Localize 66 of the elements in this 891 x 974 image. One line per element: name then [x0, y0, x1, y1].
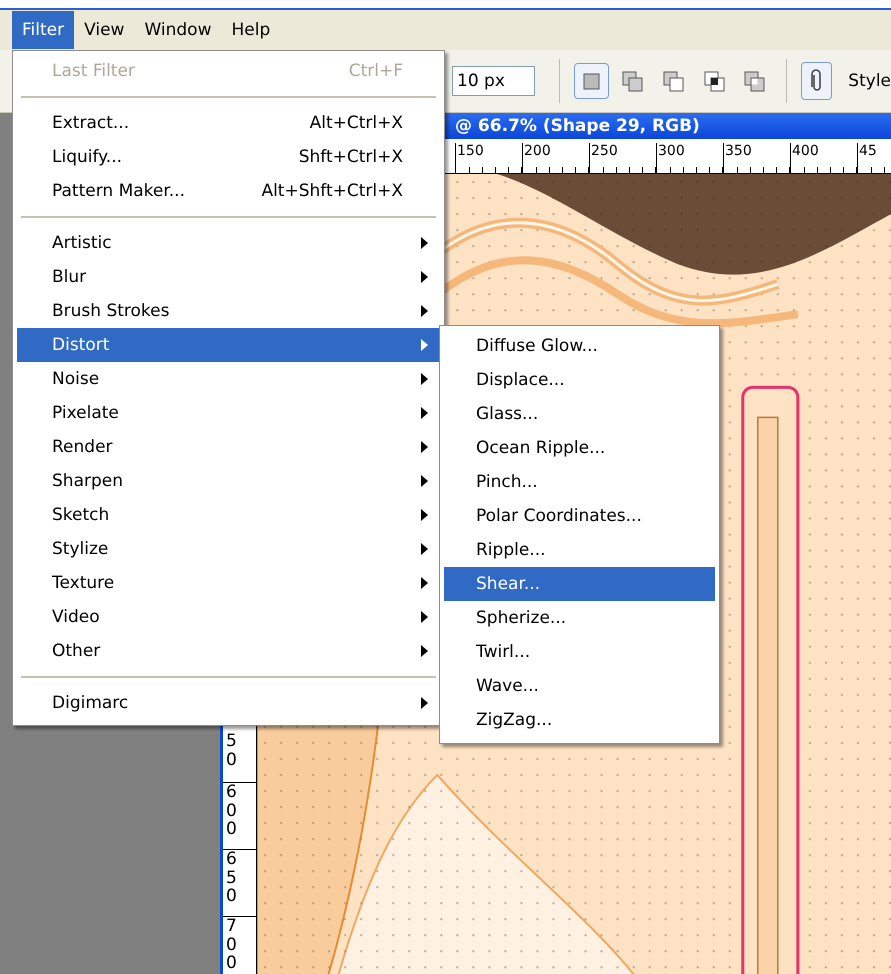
- submenu-arrow-icon: [421, 305, 428, 317]
- menu-item[interactable]: Sharpen: [17, 464, 440, 498]
- menu-item[interactable]: Twirl...: [444, 635, 715, 669]
- menu-item[interactable]: Pattern Maker... Alt+Shft+Ctrl+X: [17, 174, 440, 208]
- submenu-arrow-icon: [421, 645, 428, 657]
- menu-item[interactable]: Polar Coordinates...: [444, 499, 715, 533]
- ruler-label: 150: [457, 143, 485, 159]
- menu-item[interactable]: Shear...: [444, 567, 715, 601]
- menu-bar-item[interactable]: Help: [221, 11, 280, 49]
- menu-item[interactable]: ZigZag...: [444, 703, 715, 737]
- ruler-label: 300: [658, 143, 686, 159]
- menu-bar-item[interactable]: Window: [134, 11, 222, 49]
- menu-item[interactable]: Ocean Ripple...: [444, 431, 715, 465]
- menu-item[interactable]: Distort: [17, 328, 440, 362]
- exclude-shapes-icon: [742, 68, 768, 94]
- menu-item[interactable]: Texture: [17, 566, 440, 600]
- submenu-arrow-icon: [421, 271, 428, 283]
- ruler-label: 250: [591, 143, 619, 159]
- menu-item[interactable]: Blur: [17, 260, 440, 294]
- menu-item[interactable]: Sketch: [17, 498, 440, 532]
- submenu-arrow-icon: [421, 475, 428, 487]
- menu-item[interactable]: Noise: [17, 362, 440, 396]
- menu-item[interactable]: Artistic: [17, 226, 440, 260]
- ruler-label: 600: [226, 783, 238, 842]
- shape-mode-button[interactable]: [574, 63, 610, 99]
- menu-item[interactable]: Video: [17, 600, 440, 634]
- menu-item[interactable]: Render: [17, 430, 440, 464]
- ruler-label: 45: [859, 143, 878, 159]
- menu-item[interactable]: Stylize: [17, 532, 440, 566]
- ruler-label: 400: [792, 143, 820, 159]
- menu-item[interactable]: Other: [17, 634, 440, 668]
- submenu-arrow-icon: [421, 611, 428, 623]
- menu-item[interactable]: Ripple...: [444, 533, 715, 567]
- submenu-arrow-icon: [421, 237, 428, 249]
- submenu-arrow-icon: [421, 509, 428, 521]
- ruler-label: 700: [226, 917, 238, 974]
- paperclip-icon: [810, 69, 824, 93]
- intersect-shapes-icon: [702, 68, 727, 94]
- style-label: Style: [848, 71, 891, 91]
- submenu-arrow-icon: [421, 543, 428, 555]
- submenu-arrow-icon: [421, 441, 428, 453]
- menu-item[interactable]: Glass...: [444, 397, 715, 431]
- add-shapes-icon: [620, 68, 645, 94]
- submenu-arrow-icon: [421, 407, 428, 419]
- menu-item[interactable]: Displace...: [444, 363, 715, 397]
- size-field[interactable]: 10 px: [452, 66, 536, 96]
- menu-item[interactable]: Diffuse Glow...: [444, 329, 715, 363]
- link-button[interactable]: [801, 62, 832, 100]
- menu-bar-item[interactable]: View: [74, 11, 134, 49]
- ruler-label: 650: [226, 850, 238, 908]
- menu-item[interactable]: Digimarc: [17, 686, 440, 720]
- subtract-shapes-icon: [660, 68, 686, 94]
- ruler-label: 50: [226, 732, 238, 772]
- menu-item[interactable]: Pixelate: [17, 396, 440, 430]
- submenu-arrow-icon: [421, 373, 428, 385]
- menu-item[interactable]: Brush Strokes: [17, 294, 440, 328]
- menu-item[interactable]: Wave...: [444, 669, 715, 703]
- submenu-arrow-icon: [421, 577, 428, 589]
- submenu-arrow-icon: [421, 339, 428, 351]
- ruler-label: 200: [524, 143, 552, 159]
- ruler-label: 350: [725, 143, 753, 159]
- menu-item[interactable]: Pinch...: [444, 465, 715, 499]
- submenu-arrow-icon: [421, 697, 428, 709]
- menu-item[interactable]: Spherize...: [444, 601, 715, 635]
- menu-bar-item[interactable]: Filter: [12, 11, 74, 49]
- menu-item[interactable]: Liquify... Shft+Ctrl+X: [17, 140, 440, 174]
